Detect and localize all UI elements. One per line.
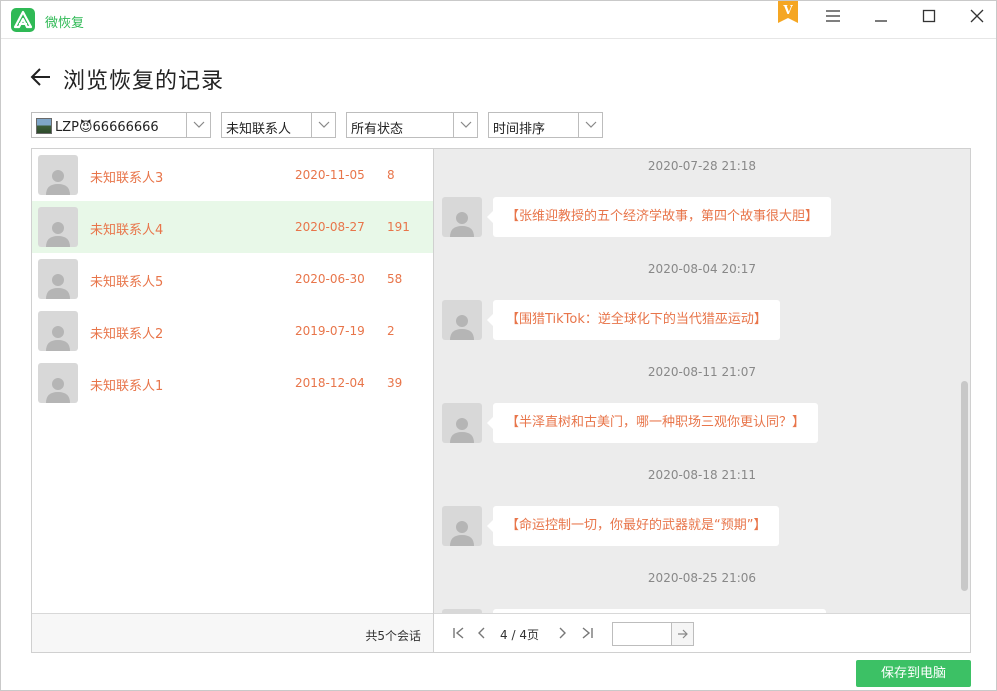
chat-panel: 2020-07-28 21:18 【张维迎教授的五个经济学故事，第四个故事很大胆… — [434, 148, 971, 653]
vip-badge-icon[interactable]: V — [778, 1, 798, 23]
message-bubble[interactable]: 【命运控制一切，你最好的武器就是“预期”】 — [486, 506, 780, 546]
save-to-computer-button[interactable]: 保存到电脑 — [856, 660, 971, 687]
sort-select-value: 时间排序 — [493, 122, 546, 137]
page-title: 浏览恢复的记录 — [63, 69, 225, 94]
avatar — [442, 300, 482, 340]
last-page-icon[interactable] — [579, 625, 595, 641]
message-area: 2020-07-28 21:18 【张维迎教授的五个经济学故事，第四个故事很大胆… — [434, 149, 970, 613]
message-bubble[interactable]: 【张维迎教授的五个经济学故事，第四个故事很大胆】 — [486, 197, 832, 237]
conversation-name: 未知联系人3 — [90, 171, 164, 186]
conversation-total: 共5个会话 — [365, 629, 421, 643]
first-page-icon[interactable] — [451, 625, 467, 641]
avatar — [38, 155, 78, 195]
go-arrow-icon[interactable] — [672, 622, 694, 646]
minimize-icon[interactable] — [866, 5, 896, 27]
avatar — [38, 363, 78, 403]
conversation-row[interactable]: 未知联系人1 2018-12-04 39 — [32, 357, 433, 409]
conversation-date: 2020-06-30 — [295, 272, 365, 286]
chevron-down-icon — [311, 113, 335, 137]
message-bubble[interactable]: 【围猎TikTok：逆全球化下的当代猎巫运动】 — [487, 300, 780, 340]
page-jump-input[interactable] — [612, 622, 672, 646]
conversation-date: 2020-11-05 — [295, 168, 365, 182]
conversation-name: 未知联系人1 — [90, 379, 164, 394]
conversation-list: 未知联系人3 2020-11-05 8 未知联系人4 2020-08-27 19… — [31, 148, 434, 653]
page-current: 4 — [500, 628, 508, 642]
maximize-icon[interactable] — [914, 5, 944, 27]
app-name: 微恢复 — [45, 16, 85, 31]
sort-select[interactable]: 时间排序 — [488, 112, 603, 138]
account-select-value: LZP😈66666666 — [55, 120, 159, 135]
arrow-left-icon[interactable] — [29, 65, 53, 89]
list-footer: 共5个会话 — [32, 613, 433, 652]
message-timestamp: 2020-08-18 21:11 — [647, 468, 757, 482]
app-window: 微恢复 V 浏览恢复的记录 LZP😈66666666 未知联系人 所有状态 时间… — [0, 0, 997, 691]
contact-select[interactable]: 未知联系人 — [221, 112, 336, 138]
pagination: 4 / 4页 — [434, 613, 970, 652]
avatar — [442, 197, 482, 237]
chevron-down-icon — [186, 113, 210, 137]
prev-page-icon[interactable] — [474, 625, 490, 641]
close-icon[interactable] — [962, 5, 992, 27]
message-timestamp: 2020-08-04 20:17 — [647, 262, 757, 276]
conversation-date: 2019-07-19 — [295, 324, 365, 338]
conversation-name: 未知联系人4 — [90, 223, 164, 238]
conversation-row[interactable]: 未知联系人4 2020-08-27 191 — [32, 201, 433, 253]
conversation-count: 39 — [387, 376, 403, 390]
message-timestamp: 2020-08-11 21:07 — [647, 365, 757, 379]
message-bubble[interactable]: 【半泽直树和古美门，哪一种职场三观你更认同？】 — [486, 403, 819, 443]
conversation-count: 2 — [387, 324, 395, 338]
page-indicator: 4 / 4页 — [500, 626, 539, 643]
contact-select-value: 未知联系人 — [226, 122, 292, 137]
page-total: 4页 — [519, 628, 539, 642]
page-separator: / — [511, 628, 516, 642]
menu-icon[interactable] — [818, 5, 848, 27]
conversation-date: 2018-12-04 — [295, 376, 365, 390]
chevron-down-icon — [578, 113, 602, 137]
account-select[interactable]: LZP😈66666666 — [31, 112, 211, 138]
chat-scrollbar-thumb[interactable] — [961, 381, 968, 591]
status-select[interactable]: 所有状态 — [346, 112, 478, 138]
title-bar: 微恢复 V — [1, 1, 996, 39]
vip-badge-letter: V — [782, 3, 793, 17]
conversation-date: 2020-08-27 — [295, 220, 365, 234]
conversation-row[interactable]: 未知联系人2 2019-07-19 2 — [32, 305, 433, 357]
app-logo-icon — [11, 8, 35, 32]
conversation-count: 191 — [387, 220, 410, 234]
avatar — [442, 403, 482, 443]
status-select-value: 所有状态 — [351, 122, 404, 137]
avatar — [38, 259, 78, 299]
conversation-count: 58 — [387, 272, 403, 286]
conversation-row[interactable]: 未知联系人5 2020-06-30 58 — [32, 253, 433, 305]
message-timestamp: 2020-08-25 21:06 — [647, 571, 757, 585]
conversation-row[interactable]: 未知联系人3 2020-11-05 8 — [32, 149, 433, 201]
avatar — [38, 311, 78, 351]
chat-scrollbar[interactable] — [959, 149, 969, 613]
conversation-count: 8 — [387, 168, 395, 182]
chevron-down-icon — [453, 113, 477, 137]
message-timestamp: 2020-07-28 21:18 — [647, 159, 757, 173]
conversation-name: 未知联系人5 — [90, 275, 164, 290]
next-page-icon[interactable] — [554, 625, 570, 641]
conversation-name: 未知联系人2 — [90, 327, 164, 342]
avatar — [38, 207, 78, 247]
account-avatar-icon — [36, 118, 52, 134]
avatar — [442, 506, 482, 546]
